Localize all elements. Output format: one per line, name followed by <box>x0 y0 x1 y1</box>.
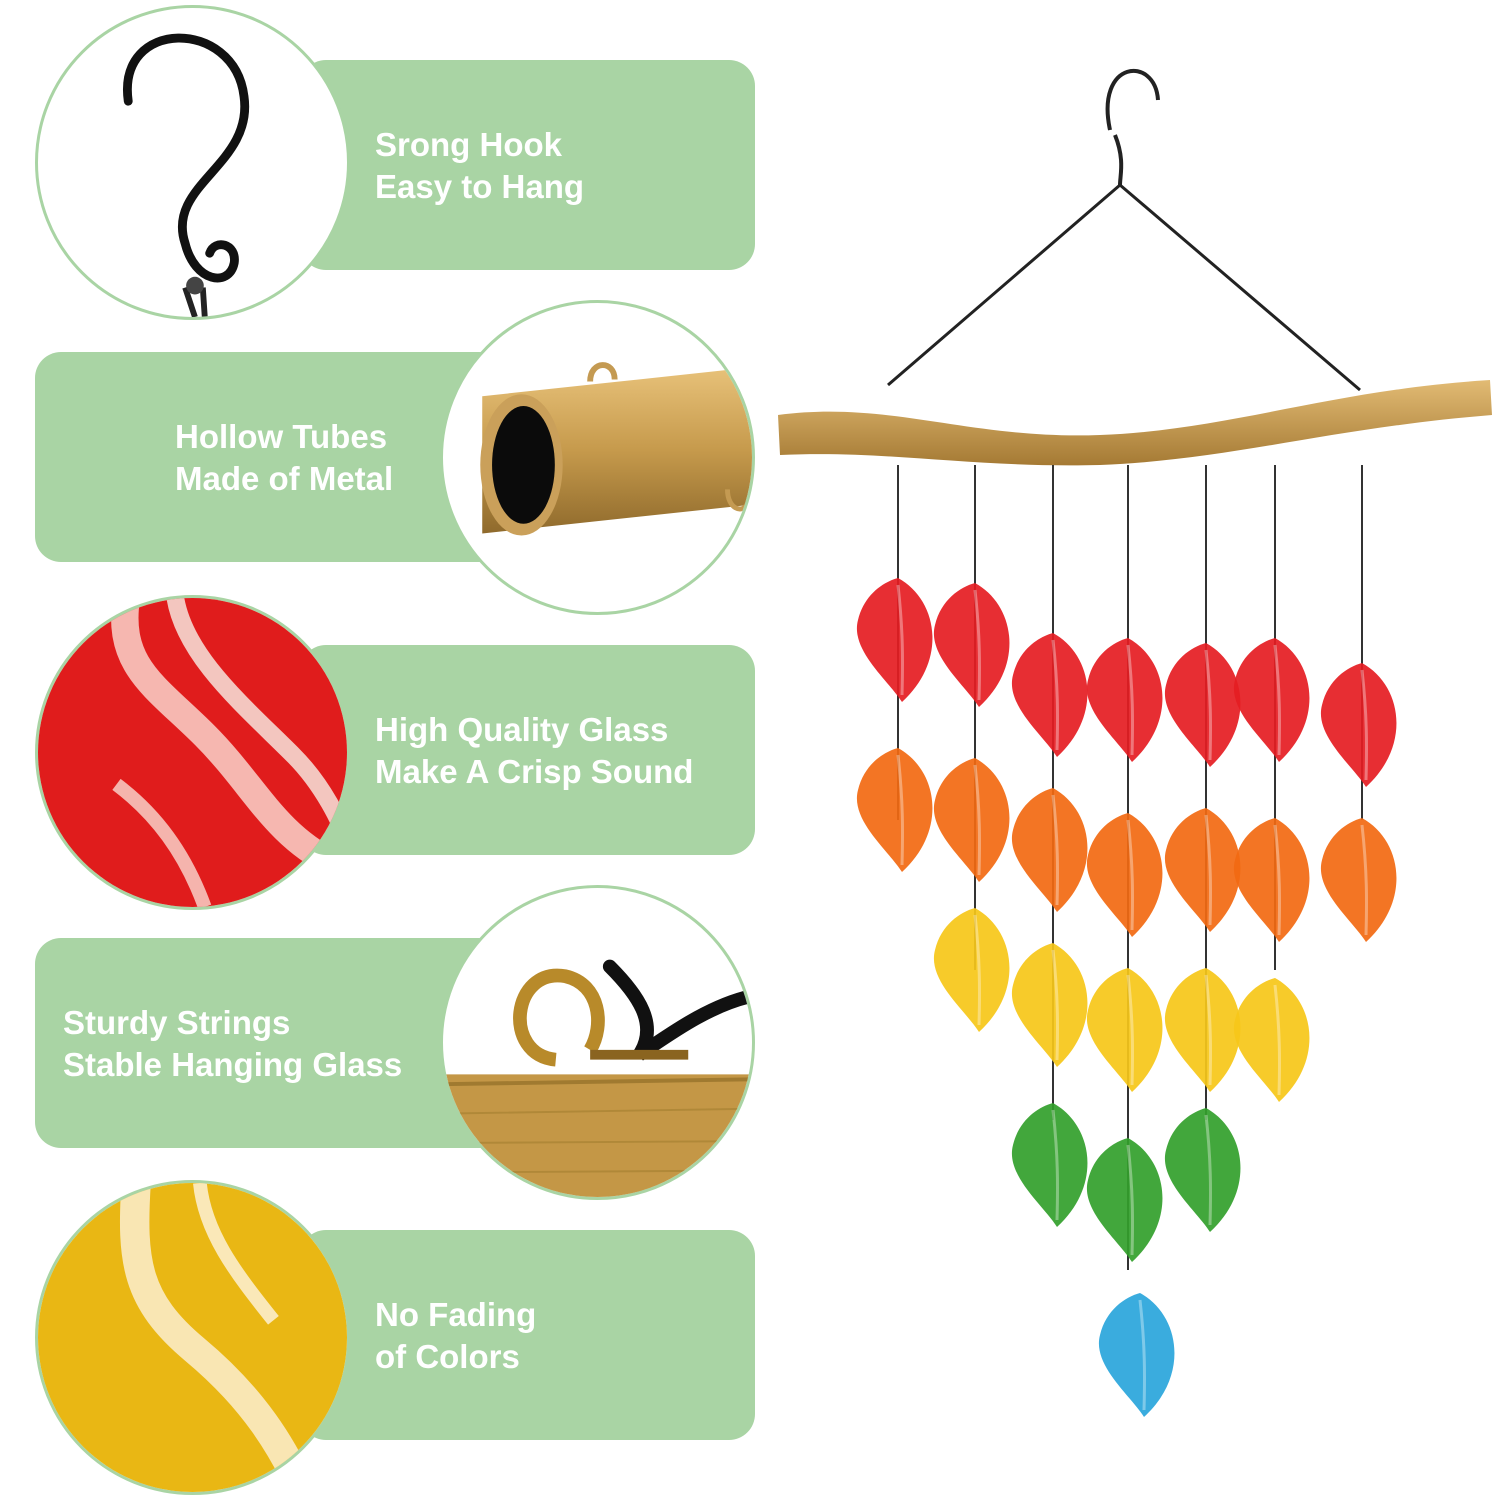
yellow-glass-leaf <box>1010 941 1089 1069</box>
feature-text-strings: Sturdy Strings Stable Hanging Glass <box>63 1002 402 1086</box>
wooden-bar <box>778 380 1492 466</box>
feature-hook-line1: Srong Hook <box>375 126 562 163</box>
feature-panel-tube: Hollow Tubes Made of Metal <box>35 352 505 562</box>
feature-text-colors: No Fading of Colors <box>375 1294 536 1378</box>
green-glass-leaf <box>1010 1101 1089 1229</box>
suspension-wire-left <box>887 183 1121 387</box>
feature-panel-strings: Sturdy Strings Stable Hanging Glass <box>35 938 505 1148</box>
red-glass-leaf <box>932 581 1011 709</box>
red-glass-leaf <box>1319 661 1398 789</box>
s-hook-icon <box>35 5 350 320</box>
yellow-glass-icon <box>35 1180 350 1495</box>
red-glass-leaf <box>855 576 934 704</box>
feature-text-glass: High Quality Glass Make A Crisp Sound <box>375 709 693 793</box>
orange-glass-leaf <box>932 756 1011 884</box>
feature-glass-line2: Make A Crisp Sound <box>375 753 694 790</box>
feature-panel-colors: No Fading of Colors <box>300 1230 755 1440</box>
blue-glass-leaf <box>1097 1291 1176 1419</box>
feature-hook-line2: Easy to Hang <box>375 168 585 205</box>
orange-glass-leaf <box>1010 786 1089 914</box>
feature-panel-hook: Srong Hook Easy to Hang <box>300 60 755 270</box>
feature-glass-line1: High Quality Glass <box>375 711 669 748</box>
orange-glass-leaf <box>1085 811 1164 939</box>
feature-text-hook: Srong Hook Easy to Hang <box>375 124 584 208</box>
green-glass-leaf <box>1085 1136 1164 1264</box>
feature-colors-line1: No Fading <box>375 1296 537 1333</box>
yellow-glass-leaf <box>1232 976 1311 1104</box>
wind-chime-illustration <box>778 68 1492 1419</box>
feature-panel-glass: High Quality Glass Make A Crisp Sound <box>300 645 755 855</box>
orange-glass-leaf <box>1163 806 1242 934</box>
feature-strings-line1: Sturdy Strings <box>63 1004 291 1041</box>
top-hook <box>1105 68 1160 131</box>
feature-tube-line2: Made of Metal <box>175 460 394 497</box>
orange-glass-leaf <box>1319 816 1398 944</box>
yellow-glass-leaf <box>1085 966 1164 1094</box>
yellow-glass-leaf <box>932 906 1011 1034</box>
feature-strings-line2: Stable Hanging Glass <box>63 1046 403 1083</box>
yellow-glass-leaf <box>1163 966 1242 1094</box>
green-glass-leaf <box>1163 1106 1242 1234</box>
metal-tube-icon <box>440 300 755 615</box>
red-glass-leaf <box>1232 636 1311 764</box>
red-glass-leaf <box>1085 636 1164 764</box>
suspension-wire-right <box>1119 183 1361 392</box>
feature-tube-line1: Hollow Tubes <box>175 418 388 455</box>
red-glass-icon <box>35 595 350 910</box>
feature-colors-line2: of Colors <box>375 1338 520 1375</box>
red-glass-leaf <box>1010 631 1089 759</box>
string-knot-icon <box>440 885 755 1200</box>
feature-text-tube: Hollow Tubes Made of Metal <box>175 416 393 500</box>
orange-glass-leaf <box>855 746 934 874</box>
orange-glass-leaf <box>1232 816 1311 944</box>
red-glass-leaf <box>1163 641 1242 769</box>
